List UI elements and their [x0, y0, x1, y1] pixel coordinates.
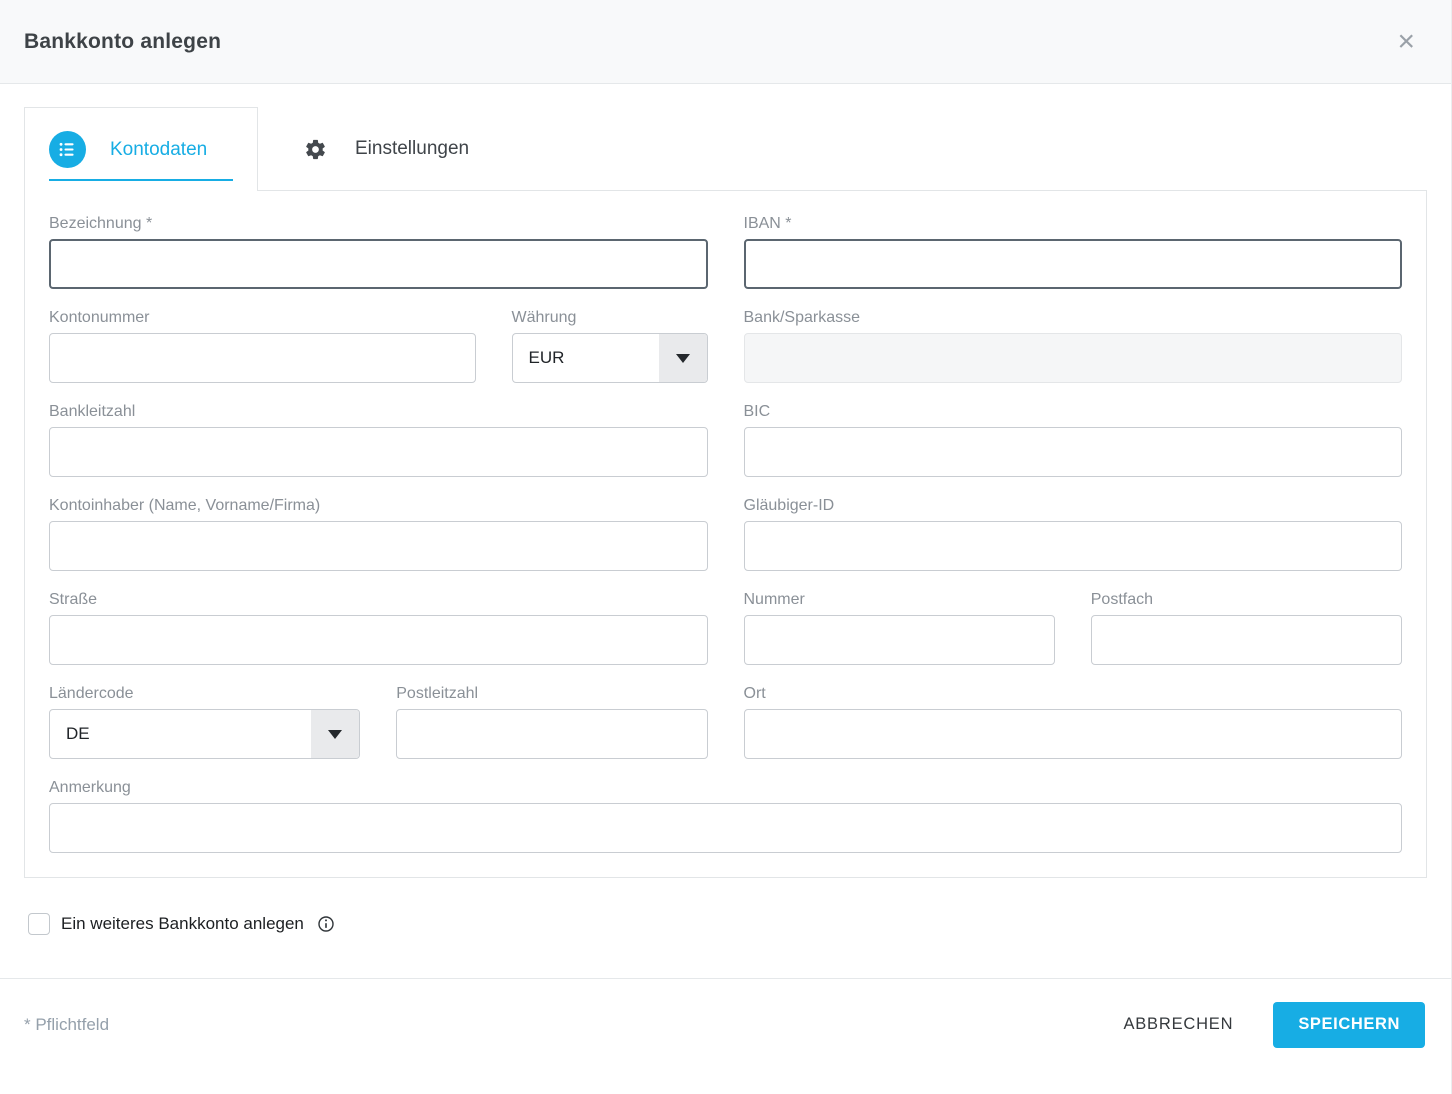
strasse-input[interactable]: [49, 615, 708, 665]
postleitzahl-label: Postleitzahl: [396, 685, 479, 702]
info-icon[interactable]: [317, 915, 335, 933]
anmerkung-input[interactable]: [49, 803, 1402, 853]
form-row: Straße Nummer Postfach: [49, 591, 1402, 665]
dialog-title: Bankkonto anlegen: [24, 29, 222, 53]
nummer-field: Nummer: [743, 591, 1055, 665]
glaeubiger-id-label: Gläubiger-ID: [743, 497, 835, 514]
bank-sparkasse-field: Bank/Sparkasse: [743, 309, 1402, 383]
additional-account-row: Ein weiteres Bankkonto anlegen: [28, 913, 1427, 935]
postleitzahl-input[interactable]: [396, 709, 708, 759]
form-row: Ländercode DE Postleitzahl Ort: [49, 685, 1402, 759]
laendercode-selected-value: DE: [66, 724, 90, 743]
nummer-postfach-group: Nummer Postfach: [743, 591, 1402, 665]
postfach-label: Postfach: [1090, 591, 1154, 608]
bezeichnung-input[interactable]: [49, 239, 708, 289]
laendercode-plz-group: Ländercode DE Postleitzahl: [49, 685, 708, 759]
kontonummer-field: Kontonummer: [49, 309, 476, 383]
anmerkung-field: Anmerkung: [49, 779, 1402, 853]
iban-input[interactable]: [743, 239, 1402, 289]
kontoinhaber-label: Kontoinhaber (Name, Vorname/Firma): [49, 497, 321, 514]
kontonummer-label: Kontonummer: [49, 309, 150, 326]
nummer-label: Nummer: [743, 591, 805, 608]
anmerkung-label: Anmerkung: [49, 779, 131, 796]
dialog-footer: * Pflichtfeld ABBRECHEN SPEICHERN: [0, 978, 1451, 1070]
tab-kontodaten-label: Kontodaten: [110, 138, 208, 160]
postfach-field: Postfach: [1090, 591, 1402, 665]
dropdown-arrow-icon: [658, 334, 707, 382]
kontonummer-waehrung-group: Kontonummer Währung EUR: [49, 309, 708, 383]
laendercode-label: Ländercode: [49, 685, 134, 702]
bank-sparkasse-label: Bank/Sparkasse: [743, 309, 861, 326]
iban-label: IBAN *: [743, 215, 792, 232]
cancel-button[interactable]: ABBRECHEN: [1123, 1015, 1233, 1034]
additional-account-checkbox[interactable]: [28, 913, 50, 935]
tab-einstellungen[interactable]: Einstellungen: [258, 107, 509, 191]
bezeichnung-label: Bezeichnung *: [49, 215, 153, 232]
form-row: Bankleitzahl BIC: [49, 403, 1402, 477]
tab-kontodaten[interactable]: Kontodaten: [24, 107, 258, 191]
iban-field: IBAN *: [743, 215, 1402, 289]
required-field-hint: * Pflichtfeld: [24, 1014, 110, 1034]
save-button[interactable]: SPEICHERN: [1273, 1001, 1425, 1048]
bank-sparkasse-input: [743, 333, 1402, 383]
active-tab-underline: [49, 179, 233, 181]
additional-account-label: Ein weiteres Bankkonto anlegen: [61, 914, 304, 933]
waehrung-select[interactable]: EUR: [511, 333, 708, 383]
close-icon[interactable]: ×: [1397, 26, 1415, 57]
bankleitzahl-field: Bankleitzahl: [49, 403, 708, 477]
kontoinhaber-input[interactable]: [49, 521, 708, 571]
postleitzahl-field: Postleitzahl: [396, 685, 708, 759]
bank-account-dialog: Bankkonto anlegen × Kontodaten Einstellu…: [0, 0, 1452, 1094]
dialog-header: Bankkonto anlegen ×: [0, 0, 1451, 84]
form-row: Kontonummer Währung EUR Bank/Sparkasse: [49, 309, 1402, 383]
kontonummer-input[interactable]: [49, 333, 476, 383]
laendercode-select[interactable]: DE: [49, 709, 361, 759]
strasse-label: Straße: [49, 591, 98, 608]
glaeubiger-id-input[interactable]: [743, 521, 1402, 571]
bic-input[interactable]: [743, 427, 1402, 477]
footer-actions: ABBRECHEN SPEICHERN: [1123, 1001, 1425, 1048]
laendercode-field: Ländercode DE: [49, 685, 361, 759]
list-icon: [49, 131, 86, 168]
dialog-content: Kontodaten Einstellungen Bezeichnung * I…: [0, 107, 1451, 878]
kontoinhaber-field: Kontoinhaber (Name, Vorname/Firma): [49, 497, 708, 571]
tab-bar: Kontodaten Einstellungen: [24, 107, 1427, 191]
strasse-field: Straße: [49, 591, 708, 665]
glaeubiger-id-field: Gläubiger-ID: [743, 497, 1402, 571]
form-row: Anmerkung: [49, 779, 1402, 853]
form-row: Bezeichnung * IBAN *: [49, 215, 1402, 289]
tab-einstellungen-label: Einstellungen: [355, 138, 470, 159]
postfach-input[interactable]: [1090, 615, 1402, 665]
form-row: Kontoinhaber (Name, Vorname/Firma) Gläub…: [49, 497, 1402, 571]
dropdown-arrow-icon: [311, 710, 360, 758]
bezeichnung-field: Bezeichnung *: [49, 215, 708, 289]
ort-input[interactable]: [743, 709, 1402, 759]
bic-field: BIC: [743, 403, 1402, 477]
gear-icon: [304, 138, 327, 161]
waehrung-field: Währung EUR: [511, 309, 708, 383]
waehrung-selected-value: EUR: [528, 348, 565, 367]
bic-label: BIC: [743, 403, 771, 420]
ort-field: Ort: [743, 685, 1402, 759]
kontodaten-form-panel: Bezeichnung * IBAN * Kontonummer Währung…: [24, 190, 1427, 878]
ort-label: Ort: [743, 685, 766, 702]
waehrung-label: Währung: [511, 309, 577, 326]
bankleitzahl-label: Bankleitzahl: [49, 403, 136, 420]
bankleitzahl-input[interactable]: [49, 427, 708, 477]
nummer-input[interactable]: [743, 615, 1055, 665]
